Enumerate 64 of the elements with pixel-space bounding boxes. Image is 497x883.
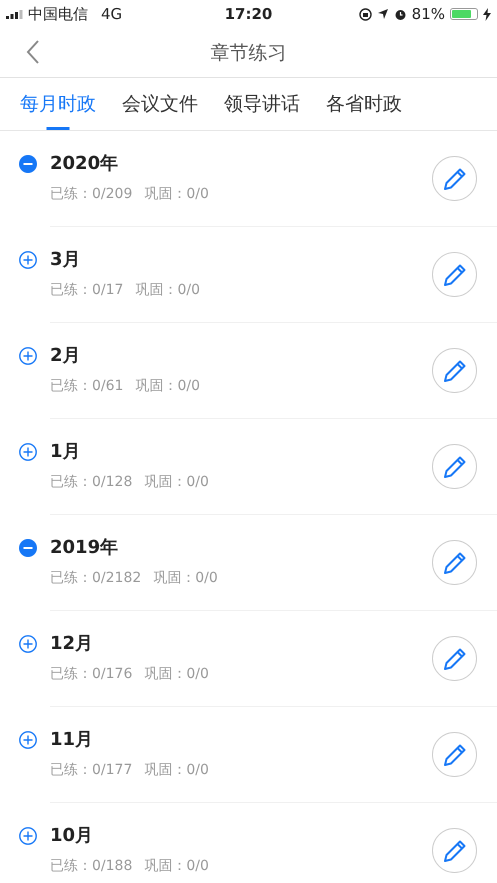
location-icon [376, 8, 389, 20]
practice-button[interactable] [432, 156, 477, 201]
signal-icon [6, 10, 23, 18]
consolidated-count: 巩固：0/0 [135, 377, 200, 395]
battery-percent: 81% [412, 5, 445, 23]
rotation-lock-icon [358, 8, 372, 20]
practice-button[interactable] [432, 540, 477, 585]
item-title: 12月 [50, 632, 94, 655]
expand-icon[interactable] [19, 635, 37, 653]
carrier-name: 中国电信 [28, 4, 88, 24]
item-title: 11月 [50, 728, 94, 751]
expand-icon[interactable] [19, 443, 37, 461]
expand-icon[interactable] [19, 731, 37, 749]
expand-icon[interactable] [19, 251, 37, 269]
item-title: 2月 [50, 344, 82, 367]
item-title: 3月 [50, 248, 82, 271]
pencil-icon [442, 838, 468, 864]
item-title: 10月 [50, 824, 94, 847]
practiced-count: 已练：0/61 [50, 377, 124, 395]
consolidated-count: 巩固：0/0 [144, 185, 209, 203]
battery-icon [450, 8, 478, 20]
item-title: 2019年 [50, 536, 120, 559]
pencil-icon [442, 166, 468, 192]
alarm-icon [394, 8, 407, 20]
tab[interactable]: 每月时政 [20, 78, 96, 130]
tab[interactable]: 会议文件 [122, 78, 198, 130]
practice-button[interactable] [432, 636, 477, 681]
expand-icon[interactable] [19, 827, 37, 845]
item-title: 2020年 [50, 152, 120, 175]
status-time: 17:20 [224, 5, 272, 23]
practiced-count: 已练：0/128 [50, 473, 132, 491]
practiced-count: 已练：0/17 [50, 281, 124, 299]
tab[interactable]: 领导讲话 [224, 78, 300, 130]
pencil-icon [442, 646, 468, 672]
practice-button[interactable] [432, 828, 477, 873]
consolidated-count: 巩固：0/0 [144, 665, 209, 683]
practiced-count: 已练：0/188 [50, 857, 132, 875]
practice-button[interactable] [432, 252, 477, 297]
practiced-count: 已练：0/209 [50, 185, 132, 203]
tab[interactable]: 各省时政 [326, 78, 402, 130]
pencil-icon [442, 262, 468, 288]
practiced-count: 已练：0/177 [50, 761, 132, 779]
collapse-icon[interactable] [19, 155, 37, 173]
practice-button[interactable] [432, 732, 477, 777]
collapse-icon[interactable] [19, 539, 37, 557]
consolidated-count: 巩固：0/0 [144, 473, 209, 491]
pencil-icon [442, 550, 468, 576]
consolidated-count: 巩固：0/0 [135, 281, 200, 299]
consolidated-count: 巩固：0/0 [153, 569, 218, 587]
charging-icon [483, 8, 491, 20]
consolidated-count: 巩固：0/0 [144, 761, 209, 779]
consolidated-count: 巩固：0/0 [144, 857, 209, 875]
pencil-icon [442, 358, 468, 384]
pencil-icon [442, 742, 468, 768]
practiced-count: 已练：0/2182 [50, 569, 142, 587]
back-icon[interactable] [26, 40, 40, 64]
item-title: 1月 [50, 440, 82, 463]
page-title: 章节练习 [210, 40, 286, 66]
practice-button[interactable] [432, 348, 477, 393]
pencil-icon [442, 454, 468, 480]
network-type: 4G [101, 5, 122, 23]
expand-icon[interactable] [19, 347, 37, 365]
practice-button[interactable] [432, 444, 477, 489]
practiced-count: 已练：0/176 [50, 665, 132, 683]
